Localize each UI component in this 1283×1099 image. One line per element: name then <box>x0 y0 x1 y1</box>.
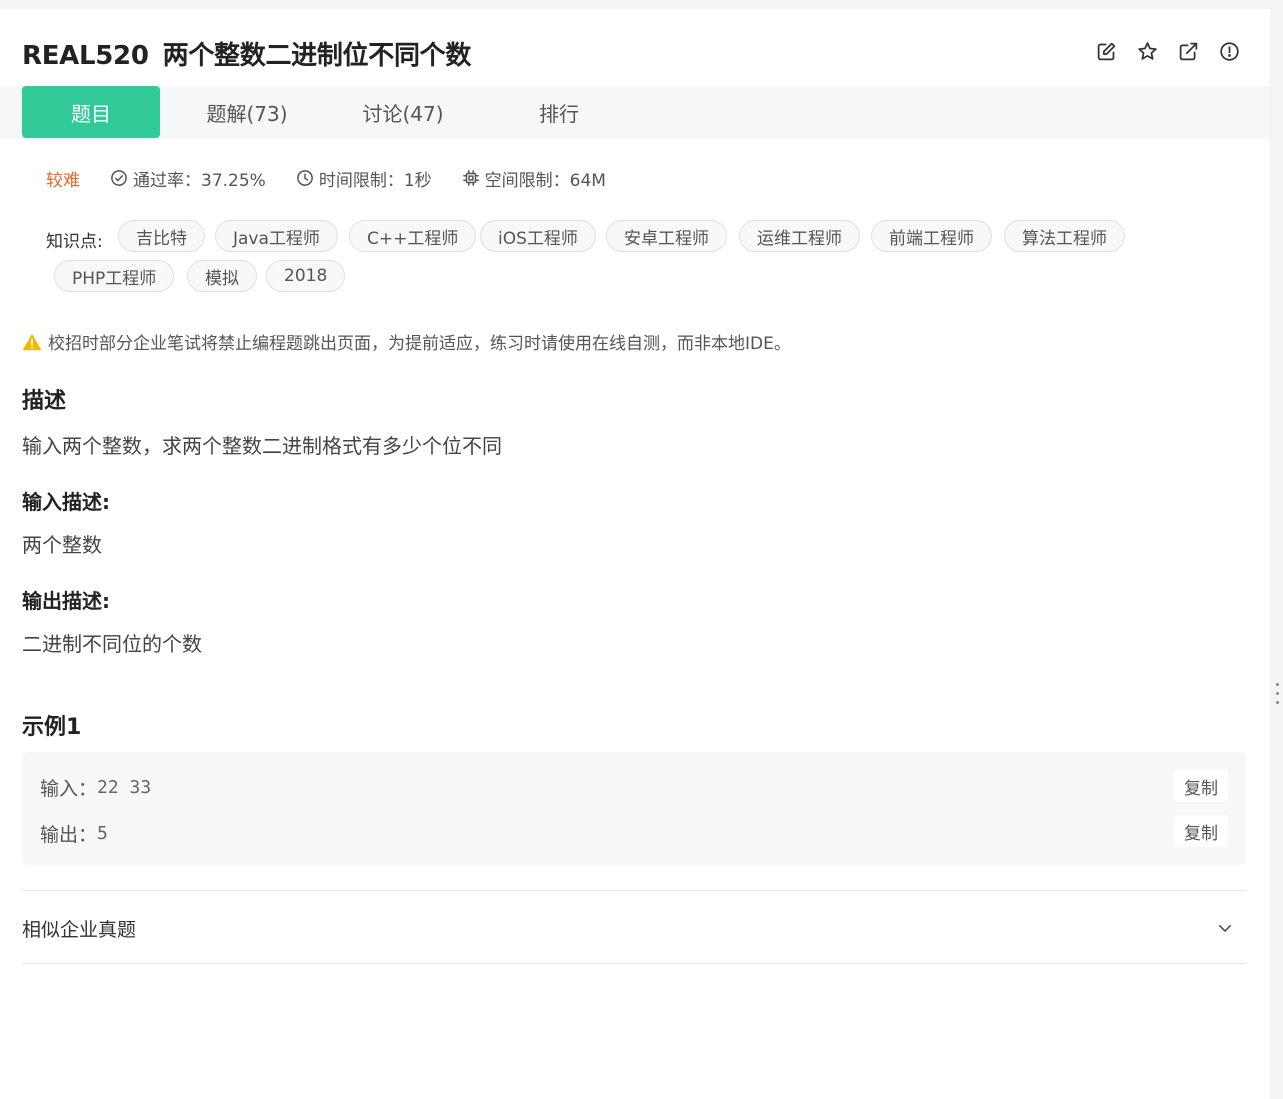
external-link-icon[interactable] <box>1178 41 1199 62</box>
example-input-row: 输入： 22 33 <box>40 774 151 801</box>
example-heading: 示例1 <box>22 715 82 740</box>
tab-solutions[interactable]: 题解(73) <box>178 86 316 138</box>
time-limit-text: 时间限制：1秒 <box>318 170 432 191</box>
tag-item[interactable]: 安卓工程师 <box>606 220 727 252</box>
example-output-label: 输出： <box>40 824 98 846</box>
tag-item[interactable]: iOS工程师 <box>480 220 596 252</box>
pass-rate-text: 通过率：37.25% <box>133 170 266 191</box>
similar-questions-label: 相似企业真题 <box>22 919 137 941</box>
memory-limit: 空间限制：64M <box>462 166 606 191</box>
tab-ranking[interactable]: 排行 <box>490 86 628 138</box>
page-title: REAL520 两个整数二进制位不同个数 <box>22 35 471 72</box>
check-circle-icon <box>111 170 127 186</box>
time-limit: 时间限制：1秒 <box>296 166 432 191</box>
example-output-row: 输出： 5 <box>40 820 108 847</box>
description-text: 输入两个整数，求两个整数二进制格式有多少个位不同 <box>22 434 502 458</box>
tag-item[interactable]: Java工程师 <box>215 220 338 252</box>
tag-item[interactable]: 2018 <box>266 260 346 292</box>
clock-icon <box>296 170 313 186</box>
knowledge-label: 知识点: <box>46 232 103 252</box>
copy-input-button[interactable]: 复制 <box>1174 770 1228 802</box>
example-box: 输入： 22 33 复制 输出： 5 复制 <box>22 752 1246 865</box>
warning-icon <box>22 333 42 350</box>
chip-icon <box>462 170 479 186</box>
description-heading: 描述 <box>22 389 67 414</box>
panel-resize-handle[interactable] <box>1275 683 1281 713</box>
tab-discussion[interactable]: 讨论(47) <box>334 86 472 138</box>
problem-id: REAL520 <box>22 41 149 71</box>
similar-questions-toggle[interactable]: 相似企业真题 <box>22 890 1246 964</box>
input-desc-heading: 输入描述: <box>22 490 110 514</box>
star-icon[interactable] <box>1137 41 1158 62</box>
difficulty-badge: 较难 <box>46 170 80 191</box>
header-actions <box>1096 41 1240 62</box>
tag-item[interactable]: 模拟 <box>187 260 257 292</box>
copy-output-button[interactable]: 复制 <box>1174 815 1228 847</box>
tab-bar: 题目 题解(73) 讨论(47) 排行 <box>0 86 1270 139</box>
pass-rate: 通过率：37.25% <box>110 166 266 191</box>
tag-item[interactable]: PHP工程师 <box>54 260 175 292</box>
ide-notice: 校招时部分企业笔试将禁止编程题跳出页面，为提前适应，练习时请使用在线自测，而非本… <box>22 329 791 354</box>
problem-header: REAL520 两个整数二进制位不同个数 <box>0 9 1270 86</box>
tag-item[interactable]: 算法工程师 <box>1004 220 1125 252</box>
report-icon[interactable] <box>1219 41 1240 62</box>
output-desc-text: 二进制不同位的个数 <box>22 632 202 656</box>
notice-text: 校招时部分企业笔试将禁止编程题跳出页面，为提前适应，练习时请使用在线自测，而非本… <box>48 334 791 354</box>
tag-item[interactable]: 吉比特 <box>118 220 205 252</box>
chevron-down-icon <box>1219 925 1231 932</box>
problem-meta: 较难 通过率：37.25% 时间限制：1秒 空间限制：64M <box>46 165 636 191</box>
problem-title: 两个整数二进制位不同个数 <box>162 41 472 71</box>
tag-item[interactable]: C++工程师 <box>349 220 477 252</box>
example-input-value: 22 33 <box>97 777 152 798</box>
tag-item[interactable]: 运维工程师 <box>739 220 860 252</box>
output-desc-heading: 输出描述: <box>22 589 110 613</box>
problem-card: REAL520 两个整数二进制位不同个数 题目 题解(73) 讨论(47) 排行… <box>0 9 1270 1099</box>
edit-icon[interactable] <box>1096 41 1117 62</box>
example-input-label: 输入： <box>40 778 98 800</box>
memory-limit-text: 空间限制：64M <box>484 170 606 191</box>
tag-item[interactable]: 前端工程师 <box>871 220 992 252</box>
example-output-value: 5 <box>97 823 108 844</box>
tab-problem[interactable]: 题目 <box>22 86 160 138</box>
input-desc-text: 两个整数 <box>22 533 102 557</box>
